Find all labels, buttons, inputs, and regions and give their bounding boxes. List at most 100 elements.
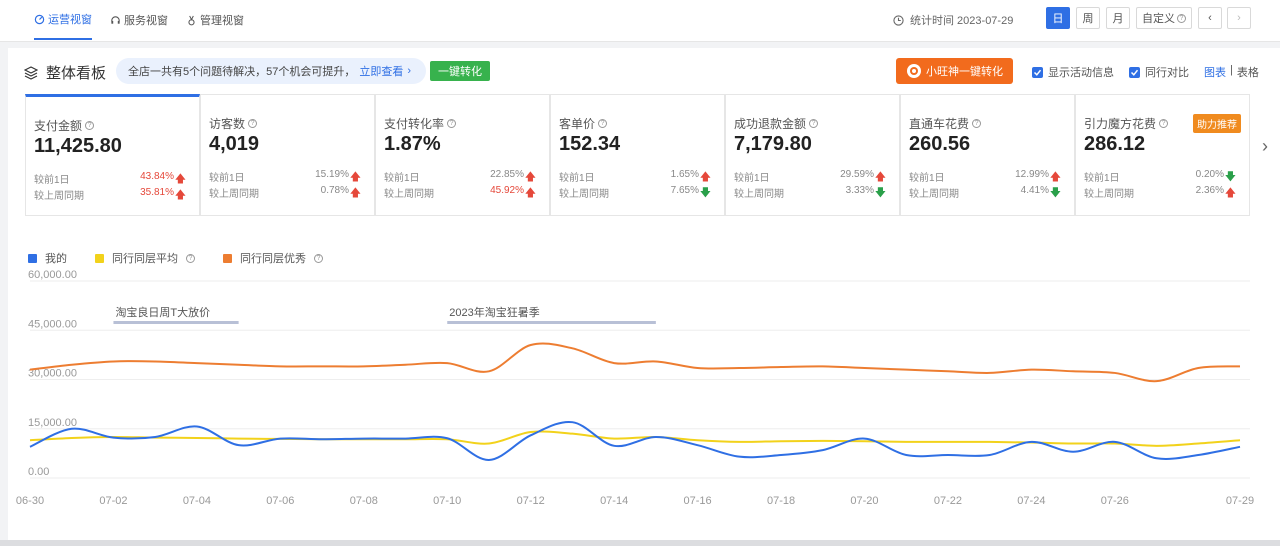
boost-recommend-badge[interactable]: 助力推荐 (1193, 114, 1241, 133)
checkbox-checked-icon (1129, 66, 1140, 78)
x-tick-label: 06-30 (16, 495, 44, 507)
separator: | (1230, 64, 1233, 76)
metric-label-text: 成功退款金额 (734, 117, 807, 131)
tab-management-view[interactable]: 管理视窗 (186, 0, 244, 40)
compare-value: 1.65% (670, 169, 699, 180)
y-tick-label: 45,000.00 (28, 318, 77, 330)
metric-card[interactable]: 成功退款金额? 7,179.80 较前1日 29.59% 🡅 较上周同期 3.33% 🡇 (725, 94, 900, 216)
wangwang-label: 小旺神一键转化 (926, 66, 1003, 78)
compare-value: 22.85% (490, 169, 524, 180)
metric-card[interactable]: 引力魔方花费? 助力推荐 286.12 较前1日 0.20% 🡇 较上周同期 2.36… (1075, 94, 1250, 216)
metric-value: 260.56 (909, 133, 971, 155)
x-tick-label: 07-20 (850, 495, 878, 507)
metric-value: 152.34 (559, 133, 621, 155)
compare-value: 2.36% (1195, 185, 1224, 196)
annotation-label: 2023年淘宝狂暑季 (449, 305, 539, 319)
compare-label: 较上周同期 (1084, 189, 1134, 200)
metric-card[interactable]: 支付转化率? 1.87% 较前1日 22.85% 🡅 较上周同期 45.92% 🡅 (375, 94, 550, 216)
compare-label: 较前1日 (209, 173, 245, 184)
tab-label: 运营视窗 (48, 14, 92, 26)
x-tick-label: 07-10 (433, 495, 461, 507)
metric-card[interactable]: 支付金额? 11,425.80 较前1日 43.84% 🡅 较上周同期 35.81% 🡅 (25, 94, 200, 216)
arrow-down-icon: 🡇 (874, 187, 886, 199)
next-period-button[interactable]: › (1227, 7, 1251, 29)
series-line-2 (29, 342, 1241, 383)
chart-view-link[interactable]: 图表 (1204, 64, 1226, 80)
x-tick-label: 07-02 (99, 495, 127, 507)
tab-label: 服务视窗 (124, 15, 168, 27)
peer-compare-checkbox[interactable]: 同行对比 (1129, 64, 1189, 80)
compare-value: 45.92% (490, 185, 524, 196)
metrics-next-button[interactable]: › (1262, 136, 1268, 157)
metric-week-compare: 较上周同期 45.92% 🡅 (384, 185, 544, 200)
metric-card[interactable]: 访客数? 4,019 较前1日 15.19% 🡅 较上周同期 0.78% 🡅 (200, 94, 375, 216)
checkbox-label: 显示活动信息 (1048, 67, 1114, 79)
prev-period-button[interactable]: ‹ (1198, 7, 1222, 29)
compare-label: 较上周同期 (909, 189, 959, 200)
metric-day-compare: 较前1日 15.19% 🡅 (209, 169, 369, 184)
y-tick-label: 15,000.00 (28, 417, 77, 429)
metric-label: 支付转化率? (384, 115, 457, 132)
metric-card[interactable]: 直通车花费? 260.56 较前1日 12.99% 🡅 较上周同期 4.41% 🡇 (900, 94, 1075, 216)
stat-time: 统计时间 2023-07-29 (893, 12, 1013, 28)
compare-value: 29.59% (840, 169, 874, 180)
arrow-up-icon: 🡅 (524, 187, 536, 199)
help-icon: ? (248, 119, 258, 128)
x-tick-label: 07-29 (1226, 495, 1254, 507)
help-icon: ? (85, 121, 95, 130)
table-view-link[interactable]: 表格 (1237, 64, 1259, 80)
stat-time-text: 统计时间 2023-07-29 (910, 15, 1014, 27)
period-custom-button[interactable]: 自定义 ? (1136, 7, 1192, 29)
arrow-up-icon: 🡅 (174, 189, 186, 201)
issues-notice[interactable]: 全店一共有5个问题待解决，57个机会可提升， 立即查看 › (116, 58, 426, 84)
compare-label: 较上周同期 (34, 191, 84, 202)
compare-label: 较上周同期 (734, 189, 784, 200)
period-week-button[interactable]: 周 (1076, 7, 1100, 29)
help-icon: ? (809, 119, 819, 128)
show-activity-checkbox[interactable]: 显示活动信息 (1032, 64, 1114, 80)
period-month-button[interactable]: 月 (1106, 7, 1130, 29)
metric-card[interactable]: 客单价? 152.34 较前1日 1.65% 🡅 较上周同期 7.65% 🡇 (550, 94, 725, 216)
metric-week-compare: 较上周同期 3.33% 🡇 (734, 185, 894, 200)
period-day-button[interactable]: 日 (1046, 7, 1070, 29)
trend-chart-panel: 我的 同行同层平均? 同行同层优秀? 60,000.00 45,000.00 30,… (8, 218, 1280, 540)
compare-label: 较前1日 (734, 173, 770, 184)
chevron-right-icon: › (1237, 12, 1241, 24)
compare-label: 较前1日 (34, 175, 70, 186)
metric-value: 11,425.80 (34, 135, 122, 157)
tab-operations-view[interactable]: 运营视窗 (34, 0, 92, 40)
x-tick-label: 07-14 (600, 495, 628, 507)
compare-label: 较前1日 (559, 173, 595, 184)
view-tabs: 运营视窗 服务视窗 管理视窗 (34, 0, 244, 40)
tab-service-view[interactable]: 服务视窗 (110, 0, 168, 40)
series-line-1 (29, 430, 1241, 447)
metric-label: 支付金额? (34, 117, 95, 134)
help-icon: ? (972, 119, 982, 128)
y-tick-label: 60,000.00 (28, 269, 77, 281)
arrow-down-icon: 🡇 (699, 187, 711, 199)
metrics-panel: 支付金额? 11,425.80 较前1日 43.84% 🡅 较上周同期 35.81% 🡅… (8, 94, 1280, 218)
metric-value: 7,179.80 (734, 133, 812, 155)
help-icon: ? (1159, 119, 1169, 128)
tab-label: 管理视窗 (200, 15, 244, 27)
metric-week-compare: 较上周同期 0.78% 🡅 (209, 185, 369, 200)
checkbox-checked-icon (1032, 66, 1043, 78)
notice-text: 全店一共有5个问题待解决，57个机会可提升， (128, 66, 356, 78)
compare-value: 0.78% (320, 185, 349, 196)
view-now-link[interactable]: 立即查看 (359, 63, 403, 79)
x-tick-label: 07-12 (517, 495, 545, 507)
x-tick-label: 07-06 (266, 495, 294, 507)
metric-label-text: 直通车花费 (909, 117, 970, 131)
clock-icon (893, 14, 904, 26)
metric-day-compare: 较前1日 43.84% 🡅 (34, 171, 194, 186)
compare-label: 较上周同期 (209, 189, 259, 200)
wangwang-convert-button[interactable]: 小旺神一键转化 (896, 58, 1013, 84)
metric-week-compare: 较上周同期 2.36% 🡅 (1084, 185, 1244, 200)
metric-value: 1.87% (384, 133, 441, 155)
one-click-convert-button[interactable]: 一键转化 (430, 61, 490, 81)
metric-week-compare: 较上周同期 35.81% 🡅 (34, 187, 194, 202)
metric-label: 直通车花费? (909, 115, 982, 132)
metric-label-text: 支付转化率 (384, 117, 445, 131)
metric-day-compare: 较前1日 12.99% 🡅 (909, 169, 1069, 184)
compare-value: 7.65% (670, 185, 699, 196)
